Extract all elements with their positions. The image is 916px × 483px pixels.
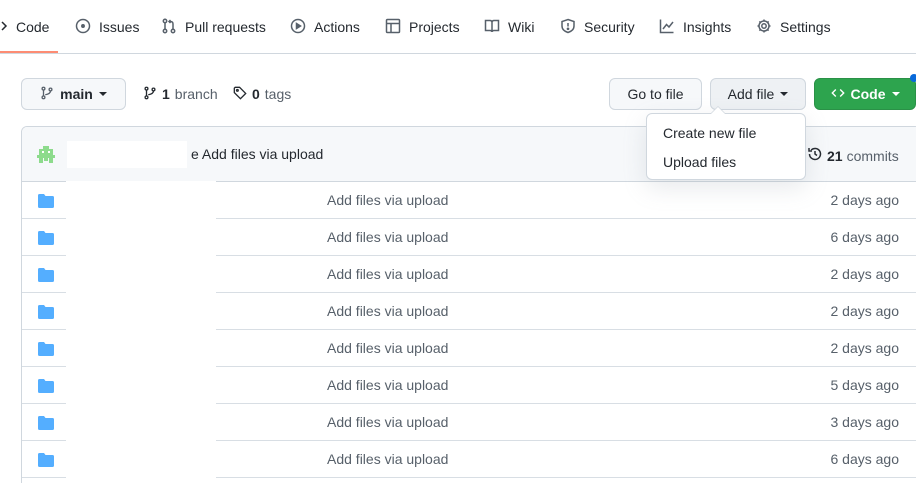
upload-files-item[interactable]: Upload files xyxy=(647,148,805,176)
tab-code[interactable]: Code xyxy=(0,0,49,54)
play-icon xyxy=(290,18,306,37)
branches-link[interactable]: 1 branch xyxy=(143,84,218,104)
folder-icon xyxy=(38,416,54,430)
commits-count: 21 xyxy=(827,147,843,164)
folder-icon xyxy=(38,231,54,245)
git-branch-icon xyxy=(40,86,54,103)
tab-security[interactable]: Security xyxy=(560,0,635,54)
branch-select-button[interactable]: main xyxy=(21,78,126,110)
latest-commit-message[interactable]: e Add files via upload xyxy=(191,146,323,162)
tab-projects-label: Projects xyxy=(409,19,460,35)
add-file-menu: Create new file Upload files xyxy=(646,106,806,180)
avatar[interactable] xyxy=(35,144,57,166)
code-button[interactable]: Code xyxy=(814,78,916,110)
redacted-file-names xyxy=(66,181,216,483)
tab-issues-label: Issues xyxy=(99,19,140,35)
add-file-label: Add file xyxy=(727,86,775,102)
tab-actions-label: Actions xyxy=(314,19,360,35)
tab-settings-label: Settings xyxy=(780,19,831,35)
tab-security-label: Security xyxy=(584,19,635,35)
notification-dot xyxy=(910,74,916,82)
folder-icon xyxy=(38,305,54,319)
file-commit-message[interactable]: Add files via upload xyxy=(327,192,448,208)
folder-icon xyxy=(38,268,54,282)
chevron-down-icon xyxy=(780,92,789,96)
active-tab-indicator xyxy=(0,51,58,53)
tag-count: 0 xyxy=(252,86,260,102)
tab-insights[interactable]: Insights xyxy=(659,0,731,54)
issue-opened-icon xyxy=(75,18,91,37)
folder-icon xyxy=(38,342,54,356)
tab-projects[interactable]: Projects xyxy=(385,0,460,54)
file-age: 5 days ago xyxy=(830,377,900,393)
create-new-file-item[interactable]: Create new file xyxy=(647,119,805,147)
go-to-file-label: Go to file xyxy=(627,86,684,102)
chevron-right-icon xyxy=(0,18,8,37)
tab-issues[interactable]: Issues xyxy=(75,0,139,54)
folder-icon xyxy=(38,194,54,208)
tab-insights-label: Insights xyxy=(683,19,732,35)
file-commit-message[interactable]: Add files via upload xyxy=(327,451,448,467)
tab-wiki[interactable]: Wiki xyxy=(484,0,534,54)
tab-pull-requests-label: Pull requests xyxy=(185,19,266,35)
file-commit-message[interactable]: Add files via upload xyxy=(327,377,448,393)
file-commit-message[interactable]: Add files via upload xyxy=(327,340,448,356)
commits-link[interactable]: 21 commits xyxy=(807,146,899,165)
code-icon xyxy=(830,86,845,103)
tab-pull-requests[interactable]: Pull requests xyxy=(161,0,266,54)
chevron-down-icon xyxy=(98,92,107,96)
git-pull-request-icon xyxy=(161,18,177,37)
tab-wiki-label: Wiki xyxy=(508,19,535,35)
file-age: 2 days ago xyxy=(830,340,900,356)
file-commit-message[interactable]: Add files via upload xyxy=(327,266,448,282)
file-age: 2 days ago xyxy=(830,266,900,282)
graph-icon xyxy=(659,18,675,37)
tab-code-label: Code xyxy=(16,19,50,35)
file-age: 6 days ago xyxy=(830,451,900,467)
file-commit-message[interactable]: Add files via upload xyxy=(327,414,448,430)
file-age: 2 days ago xyxy=(830,303,900,319)
file-commit-message[interactable]: Add files via upload xyxy=(327,229,448,245)
shield-icon xyxy=(560,18,576,37)
gear-icon xyxy=(756,18,772,37)
tags-link[interactable]: 0 tags xyxy=(233,84,291,104)
tab-actions[interactable]: Actions xyxy=(290,0,360,54)
table-icon xyxy=(385,18,401,37)
history-icon xyxy=(807,146,823,165)
git-branch-icon xyxy=(143,86,157,103)
file-commit-message[interactable]: Add files via upload xyxy=(327,303,448,319)
tag-label: tags xyxy=(264,86,292,102)
branch-label: branch xyxy=(174,86,218,102)
folder-icon xyxy=(38,453,54,467)
file-age: 3 days ago xyxy=(830,414,900,430)
folder-icon xyxy=(38,379,54,393)
repo-nav: Code Issues Pull requests Actions Projec… xyxy=(0,0,916,54)
code-button-label: Code xyxy=(850,86,886,102)
chevron-down-icon xyxy=(891,92,900,96)
branch-name: main xyxy=(60,86,93,102)
redacted-author xyxy=(67,141,187,168)
branch-count: 1 xyxy=(162,86,170,102)
commits-label: commits xyxy=(846,147,899,164)
tag-icon xyxy=(233,86,247,103)
tab-settings[interactable]: Settings xyxy=(756,0,831,54)
file-age: 6 days ago xyxy=(830,229,900,245)
go-to-file-button[interactable]: Go to file xyxy=(609,78,702,110)
book-icon xyxy=(484,18,500,37)
file-age: 2 days ago xyxy=(830,192,900,208)
